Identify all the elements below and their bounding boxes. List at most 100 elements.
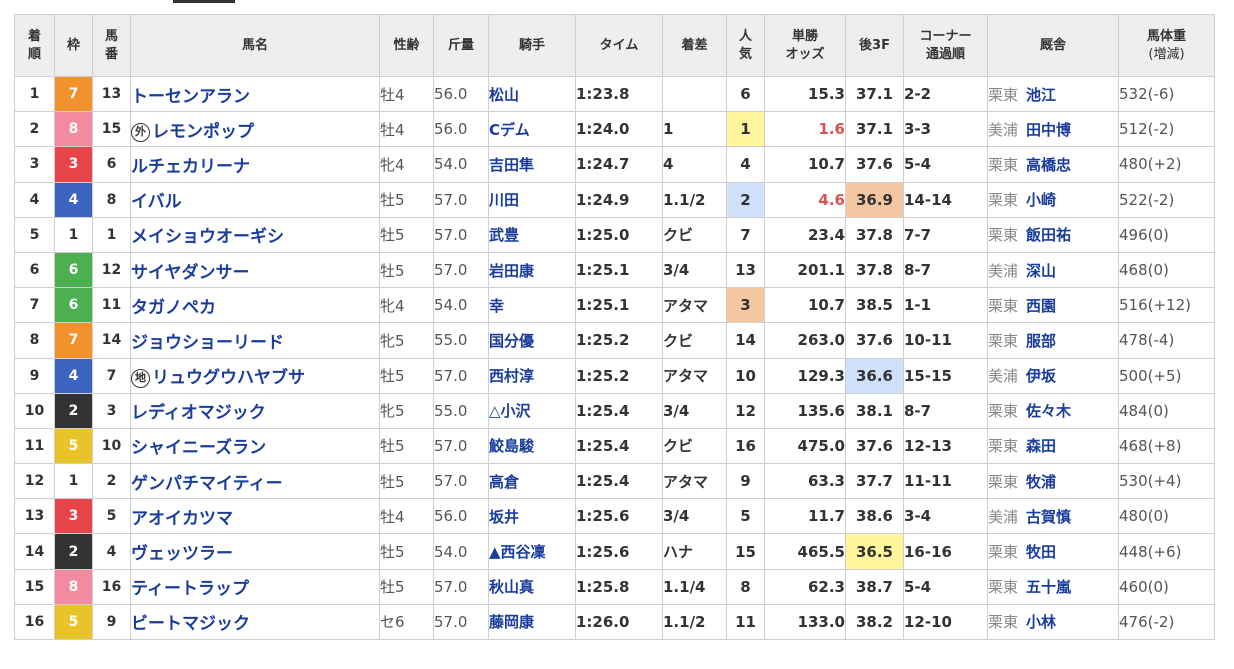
jockey-link[interactable]: 高倉 bbox=[488, 463, 576, 500]
stable-region: 栗東 bbox=[988, 437, 1019, 456]
jockey-link[interactable]: 秋山真 bbox=[488, 568, 576, 605]
trainer-link[interactable]: 服部 bbox=[1026, 332, 1056, 350]
header-horse[interactable]: 馬名 bbox=[130, 14, 380, 77]
jockey-link[interactable]: 藤岡康 bbox=[488, 603, 576, 641]
jockey-link[interactable]: 岩田康 bbox=[488, 251, 576, 289]
trainer-link[interactable]: 古賀慎 bbox=[1026, 508, 1071, 526]
horse-name-link[interactable]: ルチェカリーナ bbox=[130, 146, 380, 183]
horse-name[interactable]: タガノペカ bbox=[132, 298, 217, 318]
race-time: 1:25.4 bbox=[575, 427, 663, 465]
horse-name-link[interactable]: ティートラップ bbox=[130, 568, 380, 605]
horse-name-link[interactable]: ジョウショーリード bbox=[130, 322, 380, 359]
horse-number: 7 bbox=[92, 357, 131, 394]
header-stable[interactable]: 厩舎 bbox=[987, 14, 1119, 77]
header-weight[interactable]: 斤量 bbox=[433, 14, 489, 77]
header-margin[interactable]: 着差 bbox=[662, 14, 727, 77]
finish-position: 16 bbox=[14, 603, 55, 641]
trainer-link[interactable]: 飯田祐 bbox=[1026, 226, 1071, 244]
horse-name[interactable]: イバル bbox=[132, 192, 182, 212]
header-bodyweight[interactable]: 馬体重 (増減) bbox=[1118, 14, 1215, 77]
horse-number: 6 bbox=[92, 146, 131, 183]
trainer-link[interactable]: 深山 bbox=[1026, 262, 1056, 280]
jockey-link[interactable]: 松山 bbox=[488, 75, 576, 113]
jockey-link[interactable]: 川田 bbox=[488, 181, 576, 218]
horse-name[interactable]: レモンポップ bbox=[152, 122, 254, 142]
horse-name-link[interactable]: サイヤダンサー bbox=[130, 251, 380, 289]
carried-weight: 57.0 bbox=[433, 568, 489, 605]
body-weight: 468(+8) bbox=[1118, 427, 1215, 465]
header-jockey[interactable]: 騎手 bbox=[488, 14, 576, 77]
jockey-link[interactable]: ▲西谷凜 bbox=[488, 533, 576, 570]
horse-name-link[interactable]: レディオマジック bbox=[130, 392, 380, 429]
horse-name-link[interactable]: メイショウオーギシ bbox=[130, 216, 380, 253]
horse-name-link[interactable]: ビートマジック bbox=[130, 603, 380, 641]
corner-positions: 14-14 bbox=[903, 181, 988, 218]
trainer-link[interactable]: 池江 bbox=[1026, 86, 1056, 104]
trainer-link[interactable]: 西園 bbox=[1026, 297, 1056, 315]
finish-margin: ハナ bbox=[662, 533, 727, 570]
trainer-link[interactable]: 小崎 bbox=[1026, 191, 1056, 209]
header-time[interactable]: タイム bbox=[575, 14, 663, 77]
jockey-link[interactable]: △小沢 bbox=[488, 392, 576, 429]
jockey-link[interactable]: 鮫島駿 bbox=[488, 427, 576, 465]
horse-name[interactable]: ティートラップ bbox=[132, 579, 249, 599]
horse-name[interactable]: アオイカツマ bbox=[132, 509, 234, 529]
horse-name-link[interactable]: タガノペカ bbox=[130, 287, 380, 324]
horse-name[interactable]: ゲンパチマイティー bbox=[132, 474, 283, 494]
horse-name[interactable]: ルチェカリーナ bbox=[132, 157, 251, 177]
jockey-link[interactable]: Cデム bbox=[488, 111, 576, 148]
header-sex[interactable]: 性齢 bbox=[379, 14, 434, 77]
gate-number: 7 bbox=[54, 322, 93, 359]
result-row: 12 1 2 ゲンパチマイティー 牡5 57.0 高倉 1:25.4 アタマ 9 63.3 37.7 1… bbox=[14, 463, 1215, 500]
header-odds[interactable]: 単勝 オッズ bbox=[764, 14, 846, 77]
horse-name[interactable]: トーセンアラン bbox=[132, 87, 251, 107]
header-last3f[interactable]: 後3F bbox=[845, 14, 904, 77]
jockey-link[interactable]: 西村淳 bbox=[488, 357, 576, 394]
horse-name-link[interactable]: ゲンパチマイティー bbox=[130, 463, 380, 500]
horse-name-link[interactable]: トーセンアラン bbox=[130, 75, 380, 113]
win-odds: 11.7 bbox=[764, 498, 846, 535]
header-waku[interactable]: 枠 bbox=[54, 14, 93, 77]
horse-name-link[interactable]: アオイカツマ bbox=[130, 498, 380, 535]
gate-number: 1 bbox=[54, 216, 93, 253]
jockey-link[interactable]: 幸 bbox=[488, 287, 576, 324]
horse-name[interactable]: シャイニーズラン bbox=[132, 438, 267, 458]
horse-name[interactable]: ヴェッツラー bbox=[132, 544, 234, 564]
trainer-link[interactable]: 森田 bbox=[1026, 437, 1056, 455]
jockey-link[interactable]: 吉田隼 bbox=[488, 146, 576, 183]
trainer-link[interactable]: 牧田 bbox=[1026, 543, 1056, 561]
header-umaban[interactable]: 馬番 bbox=[92, 14, 131, 77]
horse-name[interactable]: レディオマジック bbox=[132, 403, 266, 423]
trainer-link[interactable]: 佐々木 bbox=[1026, 402, 1071, 420]
header-pop[interactable]: 人気 bbox=[726, 14, 765, 77]
header-corner[interactable]: コーナー 通過順 bbox=[903, 14, 988, 77]
horse-name[interactable]: ビートマジック bbox=[132, 614, 251, 634]
horse-name-link[interactable]: 地リュウグウハヤブサ bbox=[130, 357, 380, 394]
jockey-link[interactable]: 武豊 bbox=[488, 216, 576, 253]
trainer-link[interactable]: 伊坂 bbox=[1026, 367, 1056, 385]
horse-name[interactable]: メイショウオーギシ bbox=[132, 227, 285, 247]
result-row: 3 3 6 ルチェカリーナ 牝4 54.0 吉田隼 1:24.7 4 4 10.7 37.6 5-4 栗東… bbox=[14, 146, 1215, 183]
horse-name[interactable]: ジョウショーリード bbox=[132, 333, 285, 353]
trainer-link[interactable]: 高橋忠 bbox=[1026, 156, 1071, 174]
horse-name-link[interactable]: シャイニーズラン bbox=[130, 427, 380, 465]
horse-name-link[interactable]: 外レモンポップ bbox=[130, 111, 380, 148]
stable-region: 栗東 bbox=[988, 578, 1019, 597]
horse-name[interactable]: リュウグウハヤブサ bbox=[152, 368, 305, 388]
trainer-link[interactable]: 牧浦 bbox=[1026, 473, 1056, 491]
horse-name-link[interactable]: ヴェッツラー bbox=[130, 533, 380, 570]
popularity: 1 bbox=[726, 111, 765, 148]
horse-number: 11 bbox=[92, 287, 131, 324]
header-pos[interactable]: 着順 bbox=[14, 14, 55, 77]
trainer-link[interactable]: 小林 bbox=[1026, 613, 1056, 631]
trainer-link[interactable]: 五十嵐 bbox=[1026, 578, 1071, 596]
body-weight: 522(-2) bbox=[1118, 181, 1215, 218]
race-results-table: 着順 枠 馬番 馬名 性齢 斤量 騎手 タイム 着差 人気 単勝 オッズ 後3F … bbox=[14, 14, 1215, 641]
horse-name-link[interactable]: イバル bbox=[130, 181, 380, 218]
horse-name[interactable]: サイヤダンサー bbox=[132, 263, 250, 283]
win-odds: 135.6 bbox=[764, 392, 846, 429]
jockey-link[interactable]: 坂井 bbox=[488, 498, 576, 535]
jockey-link[interactable]: 国分優 bbox=[488, 322, 576, 359]
stable-region: 美浦 bbox=[988, 367, 1019, 386]
trainer-link[interactable]: 田中博 bbox=[1026, 121, 1071, 139]
